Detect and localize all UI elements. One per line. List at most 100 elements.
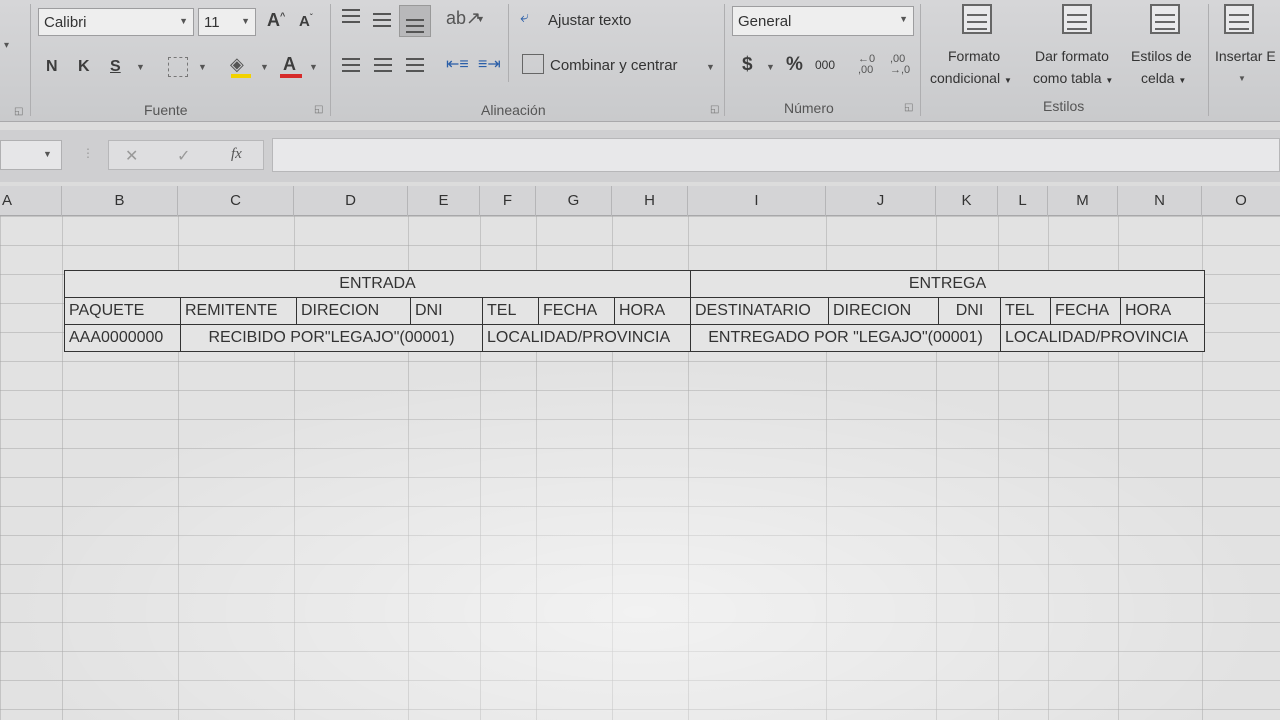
header-cell[interactable]: FECHA — [1050, 297, 1121, 325]
merge-center-button[interactable]: Combinar y centrar — [550, 57, 678, 74]
increase-font-button[interactable]: A^ — [267, 10, 285, 31]
header-cell[interactable]: FECHA — [538, 297, 615, 325]
increase-indent-icon[interactable]: ≡⇥ — [478, 54, 501, 74]
font-size-value: 11 — [204, 14, 220, 31]
header-cell[interactable]: TEL — [482, 297, 539, 325]
column-header-l[interactable]: L — [998, 186, 1048, 216]
align-bottom-button[interactable] — [399, 5, 431, 37]
column-header-j[interactable]: J — [826, 186, 936, 216]
entrada-header-cell[interactable]: ENTRADA — [64, 270, 691, 298]
header-cell[interactable]: HORA — [614, 297, 691, 325]
cell-styles-button[interactable]: Estilos de — [1131, 48, 1192, 64]
number-format-select[interactable]: General ▼ — [732, 6, 914, 36]
bold-button[interactable]: N — [46, 58, 58, 76]
column-header-h[interactable]: H — [612, 186, 688, 216]
align-center-icon[interactable] — [374, 58, 392, 72]
chevron-down-icon[interactable]: ▼ — [198, 62, 207, 72]
formula-input[interactable] — [272, 138, 1280, 172]
chevron-down-icon[interactable]: ▼ — [309, 62, 318, 72]
borders-icon[interactable] — [168, 57, 188, 77]
chevron-down-icon: ▼ — [1178, 76, 1187, 85]
column-header-k[interactable]: K — [936, 186, 998, 216]
format-as-table-button[interactable]: Dar formato — [1035, 48, 1109, 64]
column-header-b[interactable]: B — [62, 186, 178, 216]
header-cell[interactable]: TEL — [1000, 297, 1051, 325]
number-format-value: General — [738, 13, 792, 30]
cell-styles-label[interactable]: celda ▼ — [1141, 70, 1186, 86]
chevron-down-icon: ▼ — [241, 16, 250, 26]
currency-button[interactable]: $ — [742, 54, 753, 76]
format-as-table-icon — [1062, 4, 1092, 34]
entregado-cell[interactable]: ENTREGADO POR "LEGAJO"(00001) — [690, 324, 1001, 352]
separator — [330, 4, 331, 116]
cell-styles-icon — [1150, 4, 1180, 34]
entrega-header-cell[interactable]: ENTREGA — [690, 270, 1205, 298]
chevron-down-icon[interactable]: ▼ — [476, 14, 485, 24]
column-header-d[interactable]: D — [294, 186, 408, 216]
table-row: AAA0000000 RECIBIDO POR"LEGAJO"(00001) L… — [64, 324, 1205, 352]
conditional-format-icon — [962, 4, 992, 34]
align-left-icon[interactable] — [342, 58, 360, 72]
insert-cells-button[interactable]: Insertar E — [1215, 48, 1276, 64]
chevron-down-icon[interactable]: ▼ — [766, 62, 775, 72]
underline-button[interactable]: S — [110, 58, 121, 76]
number-launcher-icon[interactable]: ◱ — [904, 102, 913, 113]
decrease-font-button[interactable]: Aˇ — [299, 13, 313, 30]
fill-color-icon[interactable]: ◈ — [230, 54, 244, 75]
column-header-i[interactable]: I — [688, 186, 826, 216]
gridline — [62, 216, 63, 720]
column-header-g[interactable]: G — [536, 186, 612, 216]
increase-decimal-icon[interactable]: ←0,00 — [858, 54, 875, 76]
enter-icon[interactable]: ✓ — [177, 146, 190, 166]
header-cell[interactable]: DNI — [938, 297, 1001, 325]
column-header-e[interactable]: E — [408, 186, 480, 216]
chevron-down-icon[interactable]: ▼ — [706, 62, 715, 72]
conditional-format-label[interactable]: condicional ▼ — [930, 70, 1012, 86]
header-cell[interactable]: DNI — [410, 297, 483, 325]
decrease-indent-icon[interactable]: ⇤≡ — [446, 54, 469, 74]
header-cell[interactable]: DIRECION — [296, 297, 411, 325]
table-row: ENTRADA ENTREGA — [64, 270, 1205, 298]
chevron-down-icon[interactable]: ▼ — [136, 62, 145, 72]
column-header-m[interactable]: M — [1048, 186, 1118, 216]
header-cell[interactable]: DESTINATARIO — [690, 297, 829, 325]
align-top-icon[interactable] — [342, 9, 360, 23]
font-color-icon[interactable]: A — [283, 54, 296, 75]
paquete-cell[interactable]: AAA0000000 — [64, 324, 181, 352]
conditional-format-button[interactable]: Formato — [948, 48, 1000, 64]
italic-button[interactable]: K — [78, 58, 90, 76]
column-header-c[interactable]: C — [178, 186, 294, 216]
column-header-f[interactable]: F — [480, 186, 536, 216]
header-cell[interactable]: REMITENTE — [180, 297, 297, 325]
cancel-icon[interactable]: ✕ — [125, 146, 138, 166]
font-launcher-icon[interactable]: ◱ — [314, 104, 323, 115]
align-right-icon[interactable] — [406, 58, 424, 72]
localidad-entrada-cell[interactable]: LOCALIDAD/PROVINCIA — [482, 324, 691, 352]
chevron-down-icon[interactable]: ▼ — [1238, 74, 1246, 83]
font-size-select[interactable]: 11 ▼ — [198, 8, 256, 36]
align-middle-icon[interactable] — [373, 13, 391, 27]
decrease-decimal-icon[interactable]: ,00 →,0 — [890, 54, 910, 76]
separator — [508, 4, 509, 82]
percent-button[interactable]: % — [786, 54, 803, 76]
thousands-button[interactable]: 000 — [815, 58, 835, 72]
column-header-a[interactable]: A — [0, 186, 62, 216]
header-cell[interactable]: PAQUETE — [64, 297, 181, 325]
alignment-launcher-icon[interactable]: ◱ — [710, 104, 719, 115]
header-cell[interactable]: HORA — [1120, 297, 1205, 325]
insert-function-button[interactable]: fx — [231, 146, 242, 163]
chevron-down-icon[interactable]: ▼ — [260, 62, 269, 72]
clipboard-launcher-icon[interactable]: ◱ — [14, 106, 23, 117]
recibido-cell[interactable]: RECIBIDO POR"LEGAJO"(00001) — [180, 324, 483, 352]
localidad-entrega-cell[interactable]: LOCALIDAD/PROVINCIA — [1000, 324, 1205, 352]
font-name-select[interactable]: Calibri ▼ — [38, 8, 194, 36]
header-cell[interactable]: DIRECION — [828, 297, 939, 325]
column-header-n[interactable]: N — [1118, 186, 1202, 216]
format-as-table-label[interactable]: como tabla ▼ — [1033, 70, 1113, 86]
wrap-text-button[interactable]: Ajustar texto — [548, 12, 631, 29]
name-box[interactable]: ▼ — [0, 140, 62, 170]
chevron-down-icon[interactable]: ▾ — [4, 40, 9, 51]
drag-handle-icon[interactable]: ⋮ — [82, 146, 94, 160]
column-header-o[interactable]: O — [1202, 186, 1280, 216]
insert-cells-icon — [1224, 4, 1254, 34]
